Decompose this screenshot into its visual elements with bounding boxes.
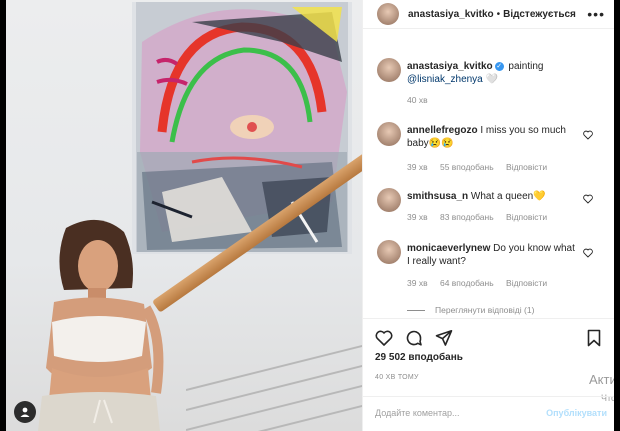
comment-box: Додайте коментар... Опублікувати [363, 396, 614, 431]
comment-username[interactable]: smithsusa_n [407, 191, 468, 202]
comment-time: 39 хв [407, 212, 428, 222]
comment-icon[interactable] [405, 329, 423, 347]
comment-username[interactable]: monicaeverlynew [407, 243, 490, 254]
comment-username[interactable]: annellefregozo [407, 125, 478, 136]
post-side-panel: anastasiya_kvitko • Відстежується ••• an… [362, 0, 614, 431]
caption-text: anastasiya_kvitko ✓ painting @lisniak_zhe… [407, 60, 577, 86]
commenter-avatar[interactable] [377, 188, 401, 212]
post-header: anastasiya_kvitko • Відстежується ••• [363, 0, 614, 29]
caption-white-heart: 🤍 [485, 74, 498, 85]
comment-text: monicaeverlynew Do you know what I reall… [407, 242, 577, 268]
stair-balusters [186, 344, 362, 431]
comment-likes[interactable]: 55 вподобань [440, 162, 494, 172]
caption: anastasiya_kvitko ✓ painting @lisniak_zhe… [377, 58, 613, 108]
caption-meta: 40 хв [407, 95, 438, 105]
heart-icon[interactable] [375, 329, 393, 347]
comment-meta: 39 хв 83 вподобань Відповісти [407, 212, 557, 222]
heart-icon[interactable] [583, 248, 593, 258]
comment-item: annellefregozo I miss you so much baby😢😢… [377, 122, 613, 172]
view-replies-button[interactable]: Переглянути відповіді (1) [407, 305, 534, 315]
comment-text: smithsusa_n What a queen💛 [407, 190, 577, 203]
comment-item: smithsusa_n What a queen💛 39 хв 83 вподо… [377, 188, 613, 228]
caption-mention[interactable]: @lisniak_zhenya [407, 74, 483, 85]
commenter-avatar[interactable] [377, 122, 401, 146]
activation-watermark: Активац [589, 372, 614, 387]
likes-count[interactable]: 29 502 вподобань [375, 352, 463, 363]
follow-status-button[interactable]: Відстежується [503, 9, 576, 20]
author-username[interactable]: anastasiya_kvitko [408, 9, 494, 20]
share-icon[interactable] [435, 329, 453, 347]
user-tag-icon[interactable] [14, 401, 36, 423]
heart-icon[interactable] [583, 130, 593, 140]
view-replies-label: Переглянути відповіді (1) [435, 305, 535, 315]
author-avatar[interactable] [377, 3, 399, 25]
verified-icon: ✓ [494, 61, 504, 71]
more-icon[interactable]: ••• [587, 6, 605, 22]
painting-image [132, 2, 352, 254]
caption-time: 40 хв [407, 95, 428, 105]
caption-action: painting [508, 61, 544, 72]
post-window: anastasiya_kvitko • Відстежується ••• an… [6, 0, 614, 431]
comment-time: 39 хв [407, 162, 428, 172]
reply-button[interactable]: Відповісти [506, 162, 547, 172]
heart-icon[interactable] [583, 194, 593, 204]
commenter-avatar[interactable] [377, 240, 401, 264]
caption-username[interactable]: anastasiya_kvitko [407, 61, 493, 72]
posted-time: 40 ХВ ТОМУ [375, 374, 419, 381]
comment-body: What a queen💛 [470, 191, 546, 202]
publish-button[interactable]: Опублікувати [546, 408, 607, 418]
action-bar [363, 318, 614, 351]
comment-meta: 39 хв 55 вподобань Відповісти [407, 162, 557, 172]
comment-input[interactable]: Додайте коментар... [375, 408, 460, 418]
author-avatar[interactable] [377, 58, 401, 82]
comment-item: monicaeverlynew Do you know what I reall… [377, 240, 613, 295]
reply-button[interactable]: Відповісти [506, 278, 547, 288]
post-photo[interactable] [6, 0, 362, 431]
comment-text: annellefregozo I miss you so much baby😢😢 [407, 124, 577, 150]
comment-likes[interactable]: 83 вподобань [440, 212, 494, 222]
bookmark-icon[interactable] [585, 329, 603, 347]
comment-likes[interactable]: 64 вподобань [440, 278, 494, 288]
replies-divider [407, 309, 425, 311]
reply-button[interactable]: Відповісти [506, 212, 547, 222]
person-figure [38, 219, 164, 431]
separator-dot: • [496, 8, 501, 20]
comment-meta: 39 хв 64 вподобань Відповісти [407, 278, 557, 288]
comment-time: 39 хв [407, 278, 428, 288]
